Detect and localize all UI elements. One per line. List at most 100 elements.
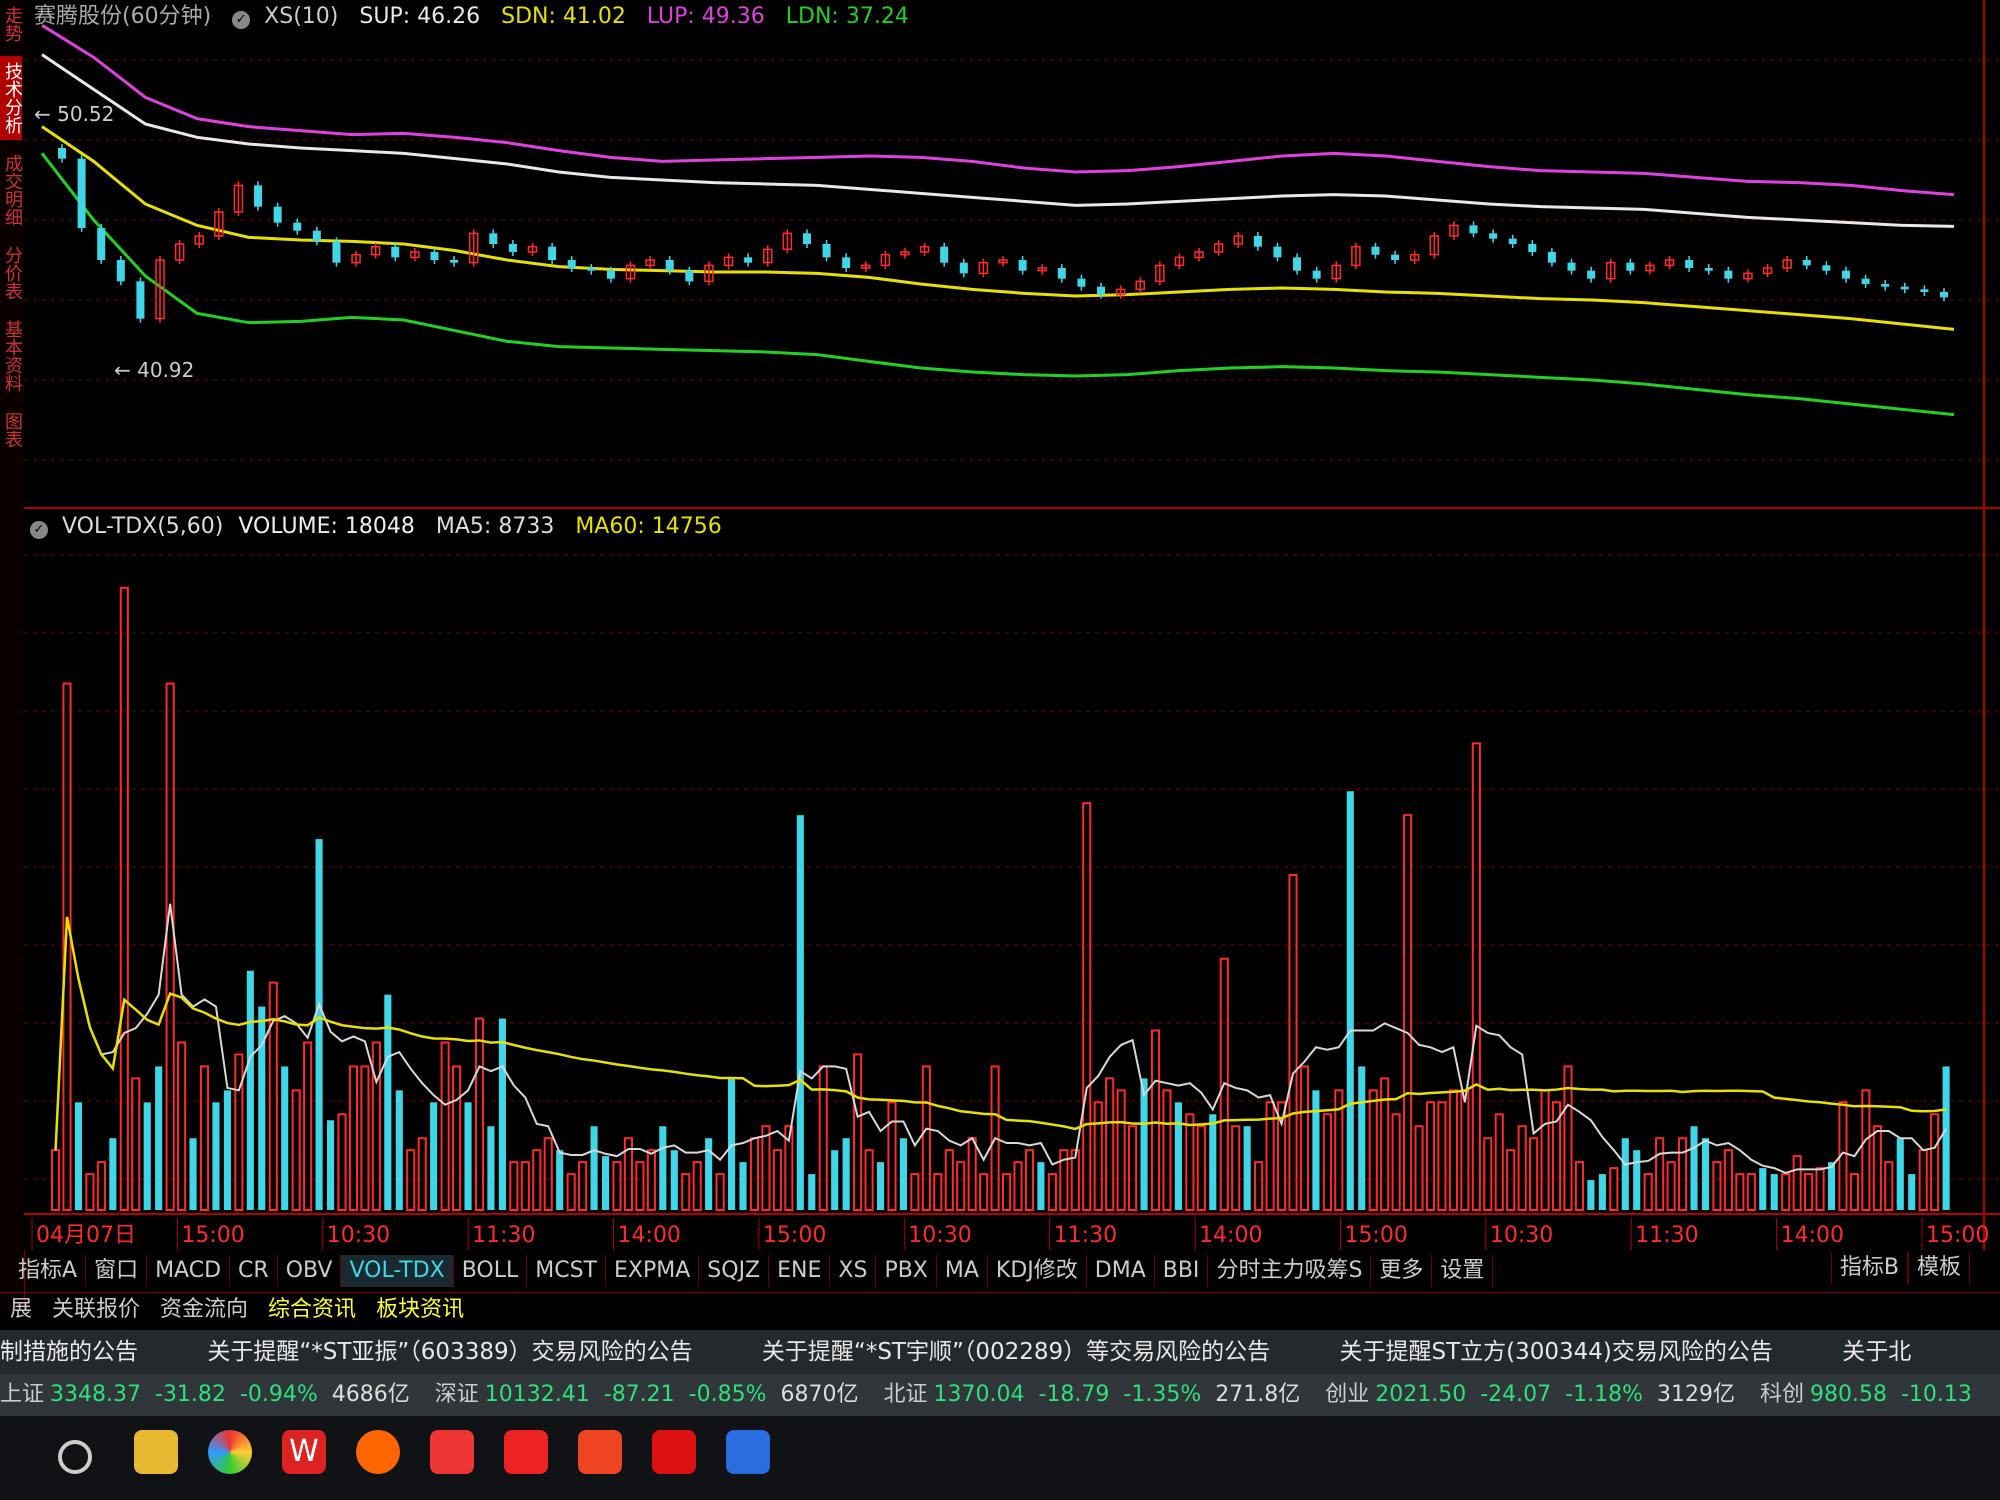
sidebar-item-fundamentals[interactable]: 基本资料: [0, 314, 23, 398]
volume-bar: [1174, 1102, 1182, 1210]
tab-more[interactable]: 更多: [1371, 1255, 1433, 1287]
candle-body: [842, 257, 851, 268]
tab-obv[interactable]: OBV: [278, 1255, 342, 1287]
indicator-name: XS(10): [264, 4, 339, 29]
index-bj[interactable]: 北证 1370.04 -18.79 -1.35% 271.8亿: [884, 1382, 1301, 1407]
index-value: 10132.41: [484, 1382, 590, 1407]
candle-body: [77, 158, 86, 228]
index-amount: 271.8亿: [1215, 1382, 1301, 1407]
volume-bar: [1827, 1162, 1836, 1210]
tab-cr[interactable]: CR: [230, 1255, 278, 1287]
news-item[interactable]: 制措施的公告: [0, 1339, 138, 1365]
index-value: 3348.37: [50, 1382, 141, 1407]
kline-chart[interactable]: 04月07日 15:00 10:30 11:30 14:00 15:00 10:30 11:3…: [24, 0, 2000, 1250]
volume-bar: [1140, 1078, 1148, 1210]
tab-macd[interactable]: MACD: [147, 1255, 231, 1287]
tab-bbi[interactable]: BBI: [1155, 1255, 1209, 1287]
index-kc[interactable]: 科创 980.58 -10.13: [1760, 1382, 1986, 1407]
time-axis-label: 11:30: [472, 1223, 535, 1248]
info-tab-news[interactable]: 综合资讯: [258, 1293, 366, 1327]
info-tab-sector-news[interactable]: 板块资讯: [366, 1293, 474, 1327]
info-tab-expand[interactable]: 展: [0, 1293, 42, 1327]
volume-bar: [876, 1162, 885, 1210]
tab-window[interactable]: 窗口: [86, 1255, 148, 1287]
candle-body: [567, 260, 576, 268]
tab-ma[interactable]: MA: [937, 1255, 988, 1287]
volume-bar: [1621, 1138, 1629, 1210]
sidebar-item-trend[interactable]: 走势: [0, 0, 23, 48]
ma5-value: MA5: 8733: [435, 514, 555, 539]
app-icon[interactable]: [652, 1430, 696, 1474]
settings-circle-icon[interactable]: ✓: [30, 521, 48, 539]
index-sh[interactable]: 上证 3348.37 -31.82 -0.94% 4686亿: [0, 1382, 410, 1407]
tab-sqjz[interactable]: SQJZ: [699, 1255, 770, 1287]
index-pct: -0.85%: [688, 1382, 767, 1407]
tab-boll[interactable]: BOLL: [454, 1255, 528, 1287]
search-icon[interactable]: [58, 1440, 92, 1474]
app-icon[interactable]: [726, 1430, 770, 1474]
news-item[interactable]: 关于北: [1842, 1339, 1911, 1365]
news-item[interactable]: 关于提醒ST立方(300344)交易风险的公告: [1340, 1339, 1773, 1365]
candle-body: [1685, 260, 1694, 268]
tab-pbx[interactable]: PBX: [876, 1255, 937, 1287]
tab-xs[interactable]: XS: [830, 1255, 877, 1287]
tab-template[interactable]: 模板: [1907, 1252, 1970, 1284]
tab-indicator-b[interactable]: 指标B: [1830, 1252, 1908, 1284]
index-cy[interactable]: 创业 2021.50 -24.07 -1.18% 3129亿: [1325, 1382, 1735, 1407]
sidebar-item-trade-details[interactable]: 成交明细: [0, 148, 23, 232]
volume-bar: [281, 1066, 289, 1210]
info-tab-related-quotes[interactable]: 关联报价: [42, 1293, 150, 1327]
candle-body: [97, 228, 106, 260]
tab-vol-tdx[interactable]: VOL-TDX: [341, 1255, 454, 1287]
browser-icon[interactable]: [208, 1430, 252, 1474]
wps-icon[interactable]: W: [282, 1430, 326, 1474]
folder-icon[interactable]: [134, 1430, 178, 1474]
candle-body: [508, 244, 517, 252]
candle-body: [959, 262, 968, 274]
sidebar-item-charts[interactable]: 图表: [0, 406, 23, 454]
tab-mcst[interactable]: MCST: [527, 1255, 606, 1287]
candle-body: [1489, 233, 1498, 239]
volume-bar: [659, 1126, 667, 1210]
stock-chart-window: { "sidebar": { "items": ["走势", "技术分析", "…: [0, 0, 2000, 1500]
tab-main-force[interactable]: 分时主力吸筹S: [1208, 1255, 1372, 1287]
candle-body: [1371, 246, 1380, 255]
candle-body: [273, 206, 282, 223]
tab-settings[interactable]: 设置: [1432, 1255, 1494, 1287]
sidebar-item-technical-analysis[interactable]: 技术分析: [0, 56, 23, 140]
candle-body: [332, 241, 341, 263]
time-axis-label: 15:00: [1926, 1223, 1989, 1248]
app-icon[interactable]: [356, 1430, 400, 1474]
volume-bar: [223, 1090, 231, 1210]
volume-value: VOLUME: 18048: [238, 514, 415, 539]
volume-bar: [670, 1150, 678, 1210]
tab-dma[interactable]: DMA: [1087, 1255, 1155, 1287]
candle-body: [430, 252, 439, 260]
news-item[interactable]: 关于提醒“*ST亚振”（603389）交易风险的公告: [207, 1339, 692, 1365]
candle-body: [1567, 262, 1576, 271]
info-tab-fund-flow[interactable]: 资金流向: [150, 1293, 258, 1327]
index-name: 北证: [883, 1382, 928, 1407]
tab-kdj[interactable]: KDJ修改: [988, 1255, 1087, 1287]
sidebar-item-price-table[interactable]: 分价表: [0, 240, 23, 306]
volume-bar: [705, 1138, 713, 1210]
candle-body: [1508, 238, 1517, 244]
time-axis-label: 14:00: [1781, 1223, 1844, 1248]
settings-circle-icon[interactable]: ✓: [232, 11, 251, 29]
candle-body: [1802, 260, 1811, 266]
app-icon[interactable]: [504, 1430, 548, 1474]
tab-expma[interactable]: EXPMA: [606, 1255, 700, 1287]
candle-body: [391, 246, 400, 258]
volume-indicator-name: VOL-TDX(5,60): [62, 514, 224, 539]
candle-body: [685, 270, 694, 282]
app-icon[interactable]: [578, 1430, 622, 1474]
index-name: 上证: [0, 1382, 45, 1407]
tab-ene[interactable]: ENE: [769, 1255, 831, 1287]
index-sz[interactable]: 深证 10132.41 -87.21 -0.85% 6870亿: [435, 1382, 859, 1407]
candle-body: [1626, 262, 1635, 271]
app-icon[interactable]: [430, 1430, 474, 1474]
candle-body: [1077, 278, 1086, 287]
tab-indicator-a[interactable]: 指标A: [10, 1255, 87, 1287]
time-axis-label: 10:30: [327, 1223, 390, 1248]
news-item[interactable]: 关于提醒“*ST宇顺”（002289）等交易风险的公告: [762, 1339, 1270, 1365]
